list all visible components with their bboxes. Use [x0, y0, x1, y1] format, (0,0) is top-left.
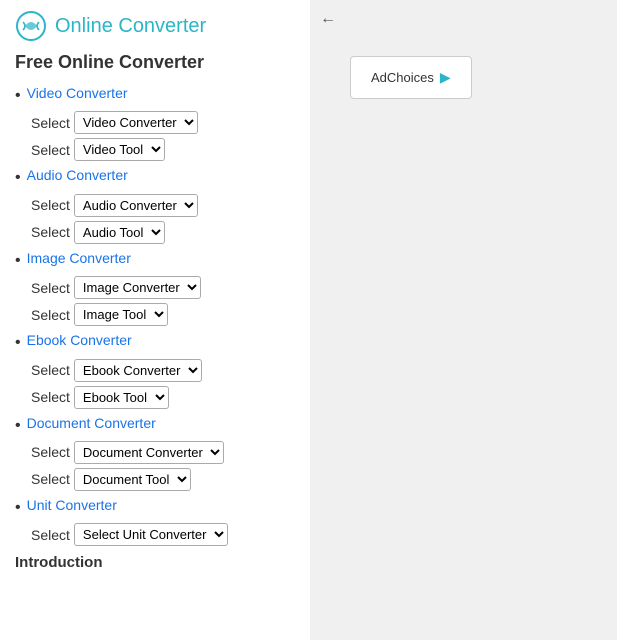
right-panel: ← AdChoices ▶ [310, 0, 617, 640]
document-tool-select[interactable]: Document Tool [74, 468, 191, 491]
logo-icon [15, 10, 47, 42]
page-title: Free Online Converter [15, 52, 295, 73]
bullet-document: • [15, 415, 21, 437]
select-row-video-tool-select: SelectVideo Tool [31, 138, 295, 161]
select-label-document-tool-select: Select [31, 471, 70, 487]
select-label-image-tool-select: Select [31, 307, 70, 323]
select-label-ebook-converter-select: Select [31, 362, 70, 378]
select-row-image-converter-select: SelectImage Converter [31, 276, 295, 299]
audio-tool-select[interactable]: Audio Tool [74, 221, 165, 244]
select-label-video-tool-select: Select [31, 142, 70, 158]
ad-box: AdChoices ▶ [350, 56, 472, 99]
ebook-tool-select[interactable]: Ebook Tool [74, 386, 169, 409]
ebook-converter-select[interactable]: Ebook Converter [74, 359, 202, 382]
section-ebook: •Ebook ConverterSelectEbook ConverterSel… [15, 332, 295, 408]
bullet-item-ebook: • Ebook Converter [15, 332, 295, 354]
section-document: •Document ConverterSelectDocument Conver… [15, 415, 295, 491]
image-tool-select[interactable]: Image Tool [74, 303, 168, 326]
section-unit: • Unit Converter SelectSelect Unit Convert… [15, 497, 295, 546]
logo-text: Online Converter [55, 15, 206, 38]
bullet-image: • [15, 250, 21, 272]
logo-area: Online Converter [15, 10, 295, 42]
select-row-document-converter-select: SelectDocument Converter [31, 441, 295, 464]
video-tool-select[interactable]: Video Tool [74, 138, 165, 161]
select-label-ebook-tool-select: Select [31, 389, 70, 405]
select-label-unit-converter-select: Select [31, 527, 70, 543]
bullet-video: • [15, 85, 21, 107]
bullet-item-audio: • Audio Converter [15, 167, 295, 189]
unit-converter-select[interactable]: Select Unit Converter [74, 523, 228, 546]
bullet-ebook: • [15, 332, 21, 354]
ad-text: AdChoices [371, 70, 434, 85]
bullet-item-unit: • Unit Converter [15, 497, 295, 519]
link-unit[interactable]: Unit Converter [27, 497, 117, 513]
link-image[interactable]: Image Converter [27, 250, 131, 266]
sections-container: •Video ConverterSelectVideo ConverterSel… [15, 85, 295, 546]
select-row-unit-converter-select: SelectSelect Unit Converter [31, 523, 295, 546]
back-arrow[interactable]: ← [320, 10, 336, 28]
select-row-image-tool-select: SelectImage Tool [31, 303, 295, 326]
ad-icon: ▶ [440, 69, 451, 86]
left-panel: Online Converter Free Online Converter •… [0, 0, 310, 640]
select-row-ebook-tool-select: SelectEbook Tool [31, 386, 295, 409]
link-document[interactable]: Document Converter [27, 415, 156, 431]
link-video[interactable]: Video Converter [27, 85, 128, 101]
audio-converter-select[interactable]: Audio Converter [74, 194, 198, 217]
bullet-item-video: • Video Converter [15, 85, 295, 107]
image-converter-select[interactable]: Image Converter [74, 276, 201, 299]
bullet-item-image: • Image Converter [15, 250, 295, 272]
video-converter-select[interactable]: Video Converter [74, 111, 198, 134]
section-image: •Image ConverterSelectImage ConverterSel… [15, 250, 295, 326]
link-audio[interactable]: Audio Converter [27, 167, 128, 183]
bullet-audio: • [15, 167, 21, 189]
select-row-audio-tool-select: SelectAudio Tool [31, 221, 295, 244]
section-video: •Video ConverterSelectVideo ConverterSel… [15, 85, 295, 161]
select-label-audio-tool-select: Select [31, 224, 70, 240]
link-ebook[interactable]: Ebook Converter [27, 332, 132, 348]
select-row-ebook-converter-select: SelectEbook Converter [31, 359, 295, 382]
select-label-audio-converter-select: Select [31, 197, 70, 213]
select-label-document-converter-select: Select [31, 444, 70, 460]
select-label-image-converter-select: Select [31, 280, 70, 296]
section-audio: •Audio ConverterSelectAudio ConverterSel… [15, 167, 295, 243]
select-row-video-converter-select: SelectVideo Converter [31, 111, 295, 134]
bullet-item-document: • Document Converter [15, 415, 295, 437]
document-converter-select[interactable]: Document Converter [74, 441, 224, 464]
select-label-video-converter-select: Select [31, 115, 70, 131]
select-row-document-tool-select: SelectDocument Tool [31, 468, 295, 491]
select-row-audio-converter-select: SelectAudio Converter [31, 194, 295, 217]
intro-title: Introduction [15, 554, 295, 571]
bullet-unit: • [15, 497, 21, 519]
